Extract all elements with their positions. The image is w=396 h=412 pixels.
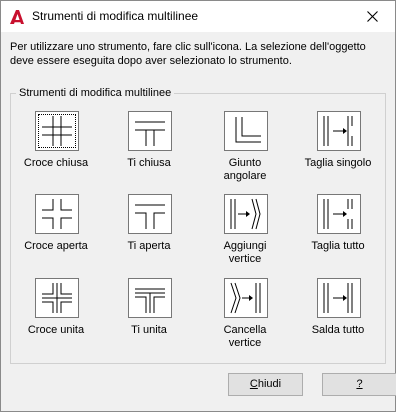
tool-label-line-2: angolare (223, 170, 267, 182)
open-cross-icon[interactable] (35, 194, 79, 234)
close-button-accel: C (249, 378, 258, 390)
close-icon (367, 11, 378, 22)
instructions-text: Per utilizzare uno strumento, fare clic … (10, 40, 390, 68)
tool-label: Ti aperta (127, 240, 171, 252)
tool-label: Cancella vertice (202, 324, 288, 350)
close-dialog-button[interactable]: Chiudi (228, 373, 303, 396)
tool-label-line-1: Giunto (228, 157, 262, 169)
open-tee-icon[interactable] (128, 194, 172, 234)
tool-label: Taglia tutto (311, 240, 365, 252)
tool-label-line-2: vertice (228, 337, 262, 349)
add-vertex-icon[interactable] (224, 194, 268, 234)
window-title: Strumenti di modifica multilinee (32, 9, 199, 23)
tool-label: Croce aperta (24, 240, 88, 252)
closed-cross-icon[interactable] (35, 111, 79, 151)
delete-vertex-icon[interactable] (224, 278, 268, 318)
corner-joint-icon[interactable] (224, 111, 268, 151)
title-bar[interactable]: Strumenti di modifica multilinee (1, 1, 395, 32)
closed-tee-icon[interactable] (128, 111, 172, 151)
tool-label-line-2: vertice (228, 253, 262, 265)
merged-tee-icon[interactable] (128, 278, 172, 318)
autocad-app-icon (10, 10, 24, 24)
tool-label: Croce chiusa (23, 157, 89, 169)
instructions-line-2: deve essere eseguita dopo aver seleziona… (10, 55, 292, 67)
cut-single-icon[interactable] (317, 111, 361, 151)
tool-label: Giunto angolare (202, 157, 288, 183)
help-button-label: ? (356, 378, 363, 390)
close-button-label: hiudi (257, 378, 282, 390)
tool-label: Ti unita (131, 324, 167, 336)
dialog-window: Strumenti di modifica multilinee Per uti… (0, 0, 396, 412)
tool-label: Croce unita (27, 324, 85, 336)
weld-all-icon[interactable] (317, 278, 361, 318)
instructions-line-1: Per utilizzare uno strumento, fare clic … (10, 41, 366, 53)
close-button[interactable] (351, 1, 395, 32)
tool-label-line-1: Aggiungi (223, 240, 267, 252)
tool-label: Taglia singolo (304, 157, 372, 169)
help-button[interactable]: ? (322, 373, 396, 396)
tool-label-line-1: Cancella (223, 324, 267, 336)
tools-group-label: Strumenti di modifica multilinee (16, 87, 175, 99)
merged-cross-icon[interactable] (35, 278, 79, 318)
tool-label: Salda tutto (311, 324, 365, 336)
tool-label: Aggiungi vertice (202, 240, 288, 266)
cut-all-icon[interactable] (317, 194, 361, 234)
tool-label: Ti chiusa (127, 157, 171, 169)
